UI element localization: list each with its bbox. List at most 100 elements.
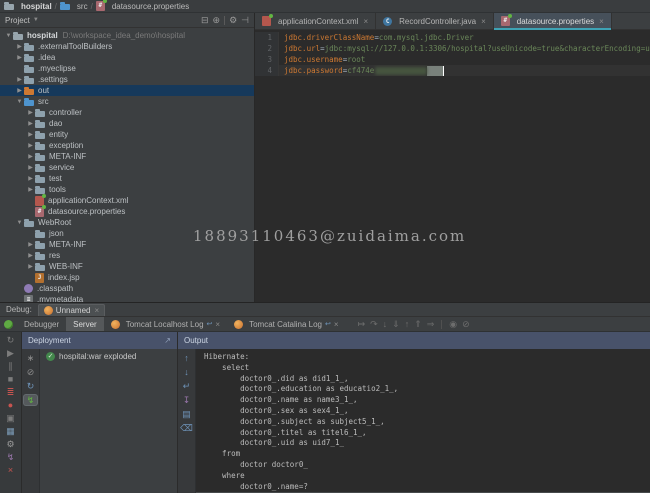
clear-all-icon[interactable]: ⌫ xyxy=(180,423,193,433)
scroll-to-end-icon[interactable]: ↧ xyxy=(180,395,193,405)
expand-arrow-icon[interactable]: ▶ xyxy=(15,54,24,61)
tree-item[interactable]: ▶ META-INF xyxy=(0,239,254,250)
expand-arrow-icon[interactable]: ▶ xyxy=(15,76,24,83)
tree-item[interactable]: .classpath xyxy=(0,283,254,294)
dump-threads-icon[interactable]: ≣ xyxy=(7,388,15,397)
undeploy-icon[interactable]: ⊘ xyxy=(24,367,37,377)
line-number[interactable]: 4 xyxy=(255,65,279,76)
expand-arrow-icon[interactable]: ▼ xyxy=(4,33,13,39)
view-breakpoints-icon[interactable]: ◉ xyxy=(449,319,457,329)
line-number[interactable]: 2 xyxy=(255,43,279,54)
expand-arrow-icon[interactable]: ▶ xyxy=(26,164,35,171)
expand-arrow-icon[interactable]: ▶ xyxy=(26,109,35,116)
run-to-cursor-icon[interactable]: ⇒ xyxy=(427,319,435,329)
tree-item[interactable]: ▶ dao xyxy=(0,118,254,129)
close-icon[interactable]: × xyxy=(8,466,13,475)
tree-item[interactable]: ▶ META-INF xyxy=(0,151,254,162)
tree-item[interactable]: ▶ service xyxy=(0,162,254,173)
expand-arrow-icon[interactable]: ▶ xyxy=(26,153,35,160)
expand-arrow-icon[interactable]: ▶ xyxy=(26,175,35,182)
expand-arrow-icon[interactable]: ▶ xyxy=(26,186,35,193)
step-out-icon[interactable]: ↑ xyxy=(405,319,410,329)
tree-item[interactable]: json xyxy=(0,228,254,239)
debug-tab[interactable]: Debugger xyxy=(17,317,66,331)
drop-frame-icon[interactable]: ⇑ xyxy=(414,319,422,329)
tree-item[interactable]: ▶ .settings xyxy=(0,74,254,85)
line-number[interactable]: 3 xyxy=(255,54,279,65)
close-icon[interactable]: × xyxy=(94,306,99,315)
tab-close-icon[interactable]: × xyxy=(363,17,368,26)
breadcrumb-project[interactable]: hospital xyxy=(4,1,52,11)
connection-icon[interactable]: ↯ xyxy=(24,395,37,405)
redeploy-icon[interactable]: ↻ xyxy=(24,381,37,391)
expand-arrow-icon[interactable]: ▼ xyxy=(15,99,24,105)
line-number[interactable]: 1 xyxy=(255,32,279,43)
editor-tab[interactable]: # datasource.properties × xyxy=(493,13,612,30)
tree-item[interactable]: ▼ WebRoot xyxy=(0,217,254,228)
tree-item[interactable]: # datasource.properties xyxy=(0,204,254,217)
tree-item[interactable]: ▶ res xyxy=(0,250,254,261)
pause-icon[interactable]: ∥ xyxy=(8,362,13,371)
deploy-icon[interactable]: ∗ xyxy=(24,353,37,363)
editor-tab[interactable]: C RecordController.java × xyxy=(376,13,494,29)
tab-close-icon[interactable]: × xyxy=(599,17,604,26)
tree-item[interactable]: ▼ hospital D:\workspace_idea_demo\hospital xyxy=(0,30,254,41)
tree-item[interactable]: ▶ out xyxy=(0,85,254,96)
step-into-icon[interactable]: ↓ xyxy=(383,319,388,329)
debug-tab[interactable]: Tomcat Localhost Log ↩ × xyxy=(104,317,227,331)
tree-item[interactable]: ▶ tools xyxy=(0,184,254,195)
scroll-down-icon[interactable]: ↓ xyxy=(180,367,193,377)
resume-icon[interactable]: ▶ xyxy=(7,349,14,358)
debug-tab[interactable]: Tomcat Catalina Log ↩ × xyxy=(227,317,345,331)
breadcrumb-file[interactable]: # datasource.properties xyxy=(95,0,189,11)
tree-item[interactable]: ▶ controller xyxy=(0,107,254,118)
console-output[interactable]: Hibernate: select doctor0_.did as did1_1… xyxy=(196,349,650,493)
locate-file-icon[interactable]: ⊕ xyxy=(213,15,221,25)
tree-item[interactable]: applicationContext.xml xyxy=(0,193,254,206)
tab-close-icon[interactable]: × xyxy=(481,17,486,26)
mute-breakpoints-icon[interactable]: ⊘ xyxy=(462,319,470,329)
collapse-all-icon[interactable]: ⊟ xyxy=(201,15,209,25)
expand-arrow-icon[interactable]: ▶ xyxy=(15,43,24,50)
step-over-icon[interactable]: ↷ xyxy=(370,319,378,329)
expand-arrow-icon[interactable]: ▶ xyxy=(26,263,35,270)
debug-session-tab[interactable]: Unnamed × xyxy=(37,304,106,316)
tree-item[interactable]: ▼ src xyxy=(0,96,254,107)
settings-icon[interactable]: ⚙ xyxy=(229,15,237,25)
tree-item[interactable]: ▶ test xyxy=(0,173,254,184)
print-icon[interactable]: ▤ xyxy=(180,409,193,419)
tab-close-icon[interactable]: × xyxy=(334,320,339,329)
expand-arrow-icon[interactable]: ▶ xyxy=(26,252,35,259)
soft-wrap-icon[interactable]: ↵ xyxy=(180,381,193,391)
show-execution-point-icon[interactable]: ↦ xyxy=(358,319,366,329)
deployment-item[interactable]: ✓ hospital:war exploded xyxy=(46,352,177,361)
expand-arrow-icon[interactable]: ▶ xyxy=(26,131,35,138)
expand-arrow-icon[interactable]: ▶ xyxy=(26,142,35,149)
breadcrumb-src[interactable]: src xyxy=(59,1,88,11)
tree-item[interactable]: ▶ entity xyxy=(0,129,254,140)
project-view-selector[interactable]: Project ▼ xyxy=(5,16,39,25)
stop-icon[interactable]: ■ xyxy=(8,375,13,384)
expand-arrow-icon[interactable]: ▶ xyxy=(26,241,35,248)
editor-tab[interactable]: applicationContext.xml × xyxy=(255,13,377,29)
code-editor[interactable]: 1 jdbc.driverClassName=com.mysql.jdbc.Dri… xyxy=(255,30,650,302)
settings-icon[interactable]: ⚙ xyxy=(6,440,14,449)
tree-item[interactable]: ≡ .mymetadata xyxy=(0,294,254,302)
expand-arrow-icon[interactable]: ▼ xyxy=(15,220,24,226)
tree-item[interactable]: .myeclipse xyxy=(0,63,254,74)
tree-item[interactable]: ▶ .idea xyxy=(0,52,254,63)
force-step-into-icon[interactable]: ⇓ xyxy=(392,319,400,329)
tree-item[interactable]: ▶ exception xyxy=(0,140,254,151)
tree-item[interactable]: ▶ WEB-INF xyxy=(0,261,254,272)
rerun-icon[interactable]: ↻ xyxy=(7,336,15,345)
hot-swap-icon[interactable]: ↯ xyxy=(7,453,15,462)
expand-arrow-icon[interactable]: ▶ xyxy=(26,120,35,127)
debug-tab[interactable]: Server xyxy=(66,317,104,331)
restore-layout-icon[interactable]: ▦ xyxy=(6,427,15,436)
float-pane-icon[interactable]: ↗ xyxy=(164,336,171,345)
stop-process-icon[interactable]: ● xyxy=(8,401,13,410)
hide-panel-icon[interactable]: ⊣ xyxy=(241,15,249,25)
scroll-up-icon[interactable]: ↑ xyxy=(180,353,193,363)
expand-arrow-icon[interactable]: ▶ xyxy=(15,87,24,94)
tree-item[interactable]: Jindex.jsp xyxy=(0,272,254,283)
